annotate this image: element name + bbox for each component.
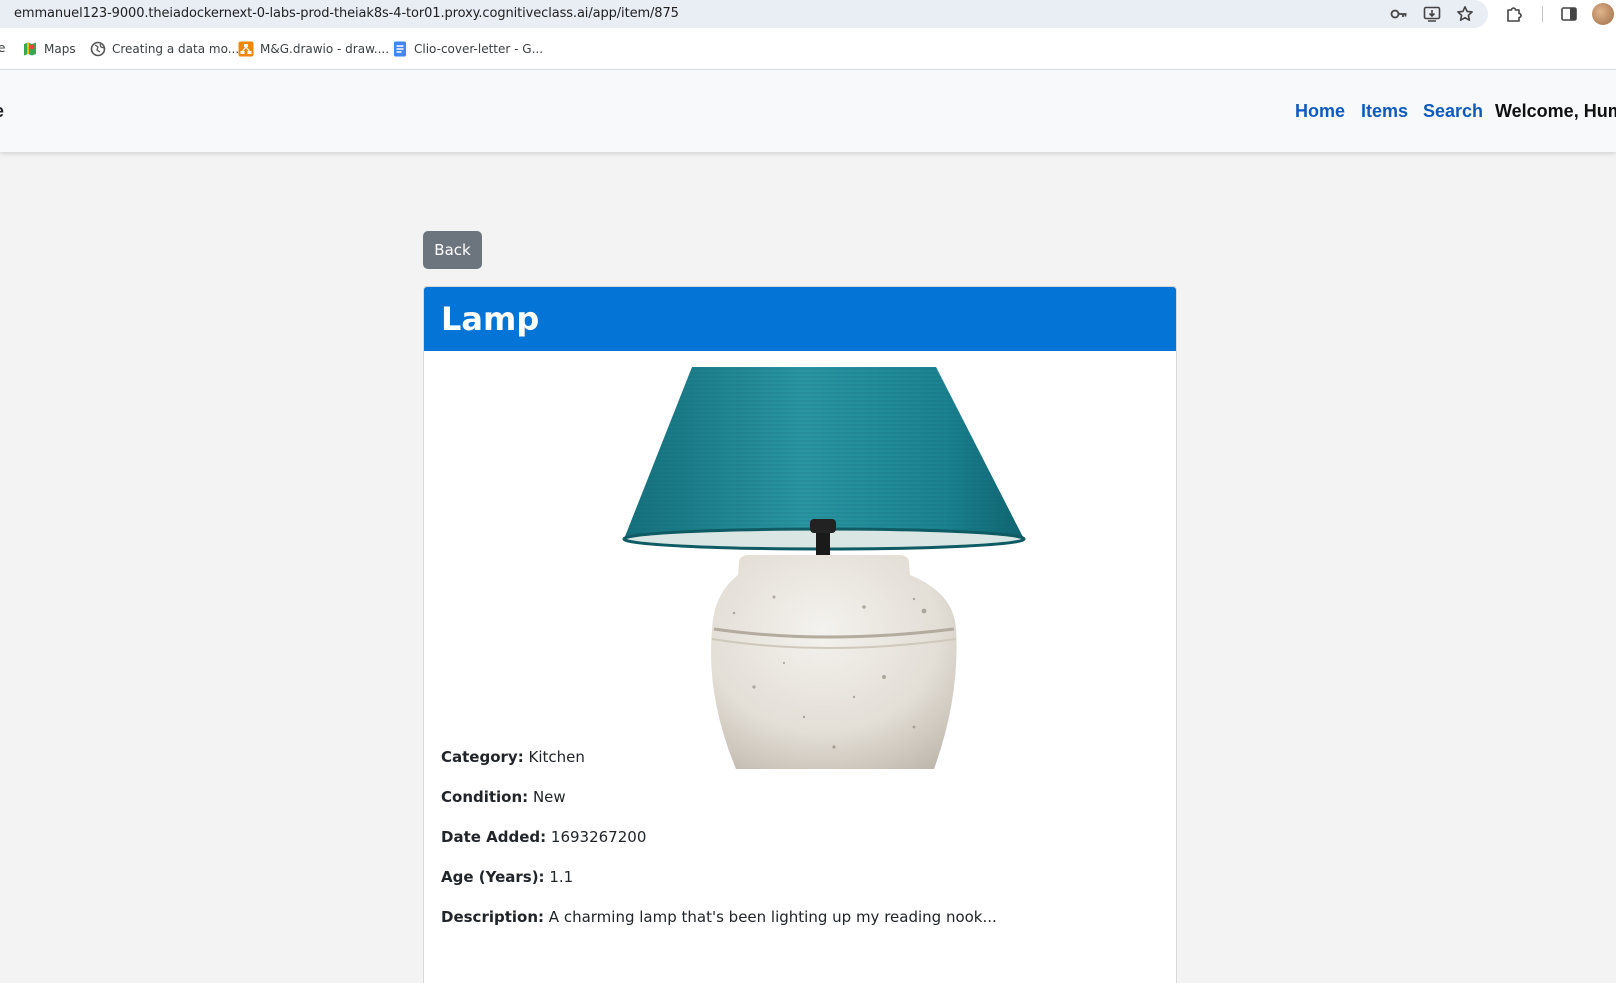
detail-category: Category: Kitchen [441,748,585,766]
detail-label: Date Added: [441,828,547,846]
nav-link-search[interactable]: Search [1423,101,1483,122]
detail-label: Age (Years): [441,868,545,886]
bookmark-label: Clio-cover-letter - G... [414,42,544,56]
globe-icon [90,41,106,57]
detail-age: Age (Years): 1.1 [441,868,573,886]
item-card: Lamp Category: Kitchen Condition: New Da… [423,286,1177,983]
drawio-icon [238,41,254,57]
detail-date-added: Date Added: 1693267200 [441,828,646,846]
detail-label: Description: [441,908,545,926]
lamp-image [622,367,1026,769]
url-text[interactable]: emmanuel123-9000.theiadockernext-0-labs-… [14,6,679,21]
app-navbar: e Home Items Search Welcome, Hum [0,70,1616,152]
install-app-icon[interactable] [1422,4,1442,24]
detail-value: New [532,788,566,806]
browser-url-bar: emmanuel123-9000.theiadockernext-0-labs-… [0,0,1616,29]
detail-value: 1693267200 [550,828,647,846]
bookmark-maps[interactable]: Maps [22,41,76,57]
docs-icon [394,41,406,57]
bookmark-clio-cover-letter[interactable]: Clio-cover-letter - G... [392,41,543,57]
nav-link-home[interactable]: Home [1295,101,1345,122]
bookmark-label: Creating a data mo... [112,42,240,56]
bookmark-star-icon[interactable] [1455,4,1475,24]
side-panel-icon[interactable] [1559,4,1579,24]
bookmark-drawio[interactable]: M&G.drawio - draw.... [238,41,389,57]
detail-value: 1.1 [549,868,574,886]
bookmark-creating-data-model[interactable]: Creating a data mo... [90,41,239,57]
nav-link-items[interactable]: Items [1361,101,1408,122]
detail-value: Kitchen [528,748,585,766]
welcome-text: Welcome, Hum [1495,101,1616,121]
back-button[interactable]: Back [423,231,482,269]
navbar-brand[interactable]: e [0,101,4,122]
address-bar[interactable]: emmanuel123-9000.theiadockernext-0-labs-… [0,0,1488,28]
detail-condition: Condition: New [441,788,566,806]
profile-avatar[interactable] [1592,3,1614,25]
item-title: Lamp [441,300,540,338]
maps-icon [24,42,36,56]
detail-value: A charming lamp that's been lighting up … [548,908,997,926]
bookmark-label: e [0,41,6,55]
detail-description: Description: A charming lamp that's been… [441,908,997,926]
key-icon[interactable] [1389,4,1409,24]
detail-label: Condition: [441,788,529,806]
bookmark-label: M&G.drawio - draw.... [260,42,390,56]
extensions-icon[interactable] [1504,4,1524,24]
bookmark-label: Maps [44,42,76,56]
bookmark-item[interactable]: e [0,41,5,55]
detail-label: Category: [441,748,524,766]
bookmarks-bar: e Maps Creating a data mo... M&G.drawio … [0,29,1616,70]
toolbar-separator [1542,6,1543,22]
card-header: Lamp [424,287,1176,351]
